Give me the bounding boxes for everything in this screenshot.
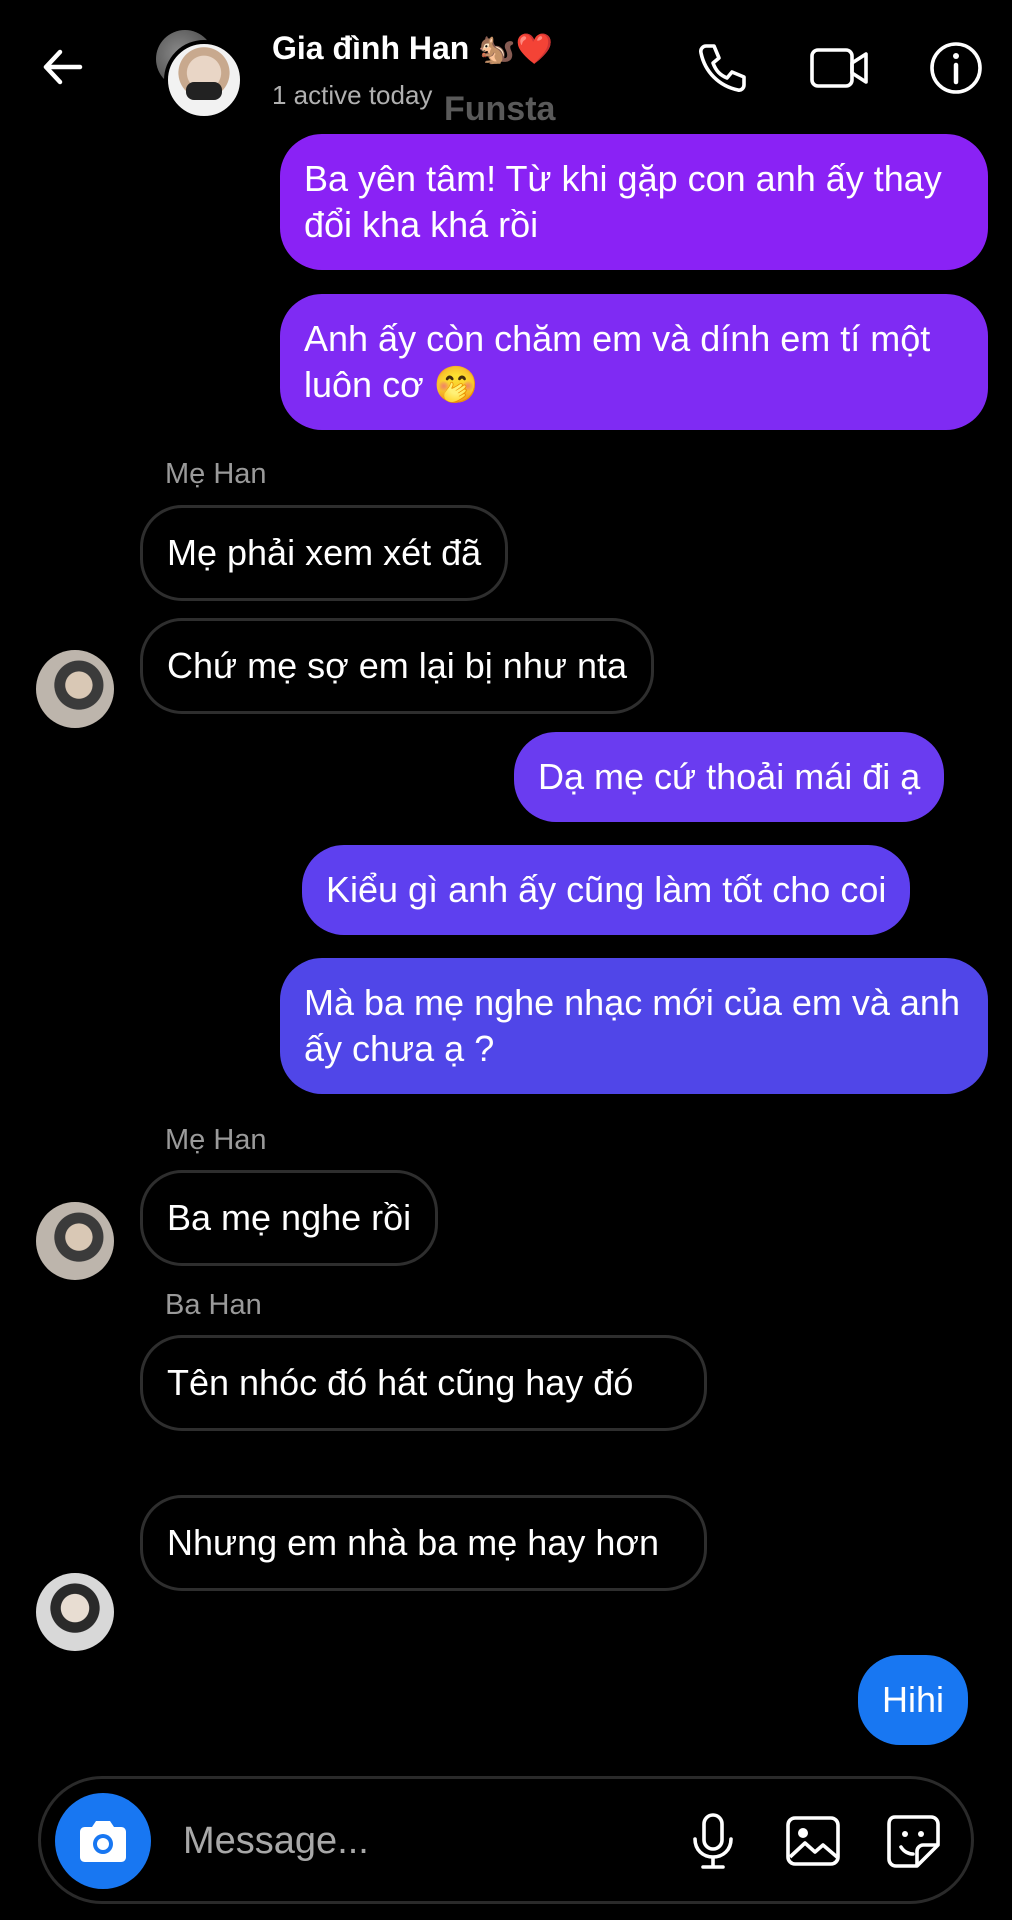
image-icon (786, 1816, 840, 1866)
chat-header: Gia đình Han 🐿️❤️ 1 active today Funsta (0, 0, 1012, 135)
video-camera-icon (810, 48, 868, 88)
voice-message-button[interactable] (681, 1809, 745, 1873)
avatar[interactable] (36, 650, 114, 728)
call-button[interactable] (692, 38, 752, 98)
message-bubble-incoming[interactable]: Ba mẹ nghe rồi (140, 1170, 439, 1266)
message-bubble-incoming[interactable]: Chứ mẹ sợ em lại bị như nta (140, 618, 654, 714)
info-icon (930, 42, 982, 94)
watermark-text: Funsta (444, 90, 556, 128)
group-avatar[interactable] (150, 26, 244, 120)
message-bubble-incoming[interactable]: Mẹ phải xem xét đã (140, 505, 509, 601)
message-bubble-outgoing[interactable]: Mà ba mẹ nghe nhạc mới của em và anh ấy … (280, 958, 988, 1094)
avatar[interactable] (36, 1573, 114, 1651)
microphone-icon (693, 1813, 733, 1869)
arrow-left-icon (43, 49, 83, 85)
message-bubble-outgoing[interactable]: Dạ mẹ cứ thoải mái đi ạ (514, 732, 945, 822)
message-bubble-outgoing[interactable]: Anh ấy còn chăm em và dính em tí một luô… (280, 294, 988, 430)
message-input[interactable] (181, 1805, 545, 1877)
sender-name: Mẹ Han (165, 1124, 267, 1156)
avatar[interactable] (36, 1202, 114, 1280)
message-bubble-outgoing[interactable]: Ba yên tâm! Từ khi gặp con anh ấy thay đ… (280, 134, 988, 270)
sender-name: Mẹ Han (165, 458, 267, 490)
sender-name: Ba Han (165, 1289, 262, 1321)
message-bubble-incoming[interactable]: Tên nhóc đó hát cũng hay đó (140, 1335, 707, 1431)
back-button[interactable] (36, 40, 90, 94)
phone-icon (699, 44, 746, 92)
gallery-button[interactable] (781, 1809, 845, 1873)
title-emoji: 🐿️❤️ (478, 33, 553, 66)
conversation-title[interactable]: Gia đình Han 🐿️❤️ (272, 30, 553, 67)
message-composer (38, 1776, 974, 1904)
message-bubble-outgoing[interactable]: Kiểu gì anh ấy cũng làm tốt cho coi (302, 845, 911, 935)
sticker-icon (887, 1815, 940, 1868)
conversation-title-text: Gia đình Han (272, 30, 470, 66)
active-status: 1 active today (272, 80, 433, 110)
info-button[interactable] (926, 38, 986, 98)
video-call-button[interactable] (806, 38, 874, 98)
camera-icon (80, 1821, 126, 1862)
avatar (164, 40, 244, 120)
camera-button[interactable] (55, 1793, 151, 1889)
message-bubble-outgoing[interactable]: Hihi (858, 1655, 969, 1745)
sticker-button[interactable] (881, 1809, 945, 1873)
message-bubble-incoming[interactable]: Nhưng em nhà ba mẹ hay hơn (140, 1495, 707, 1591)
